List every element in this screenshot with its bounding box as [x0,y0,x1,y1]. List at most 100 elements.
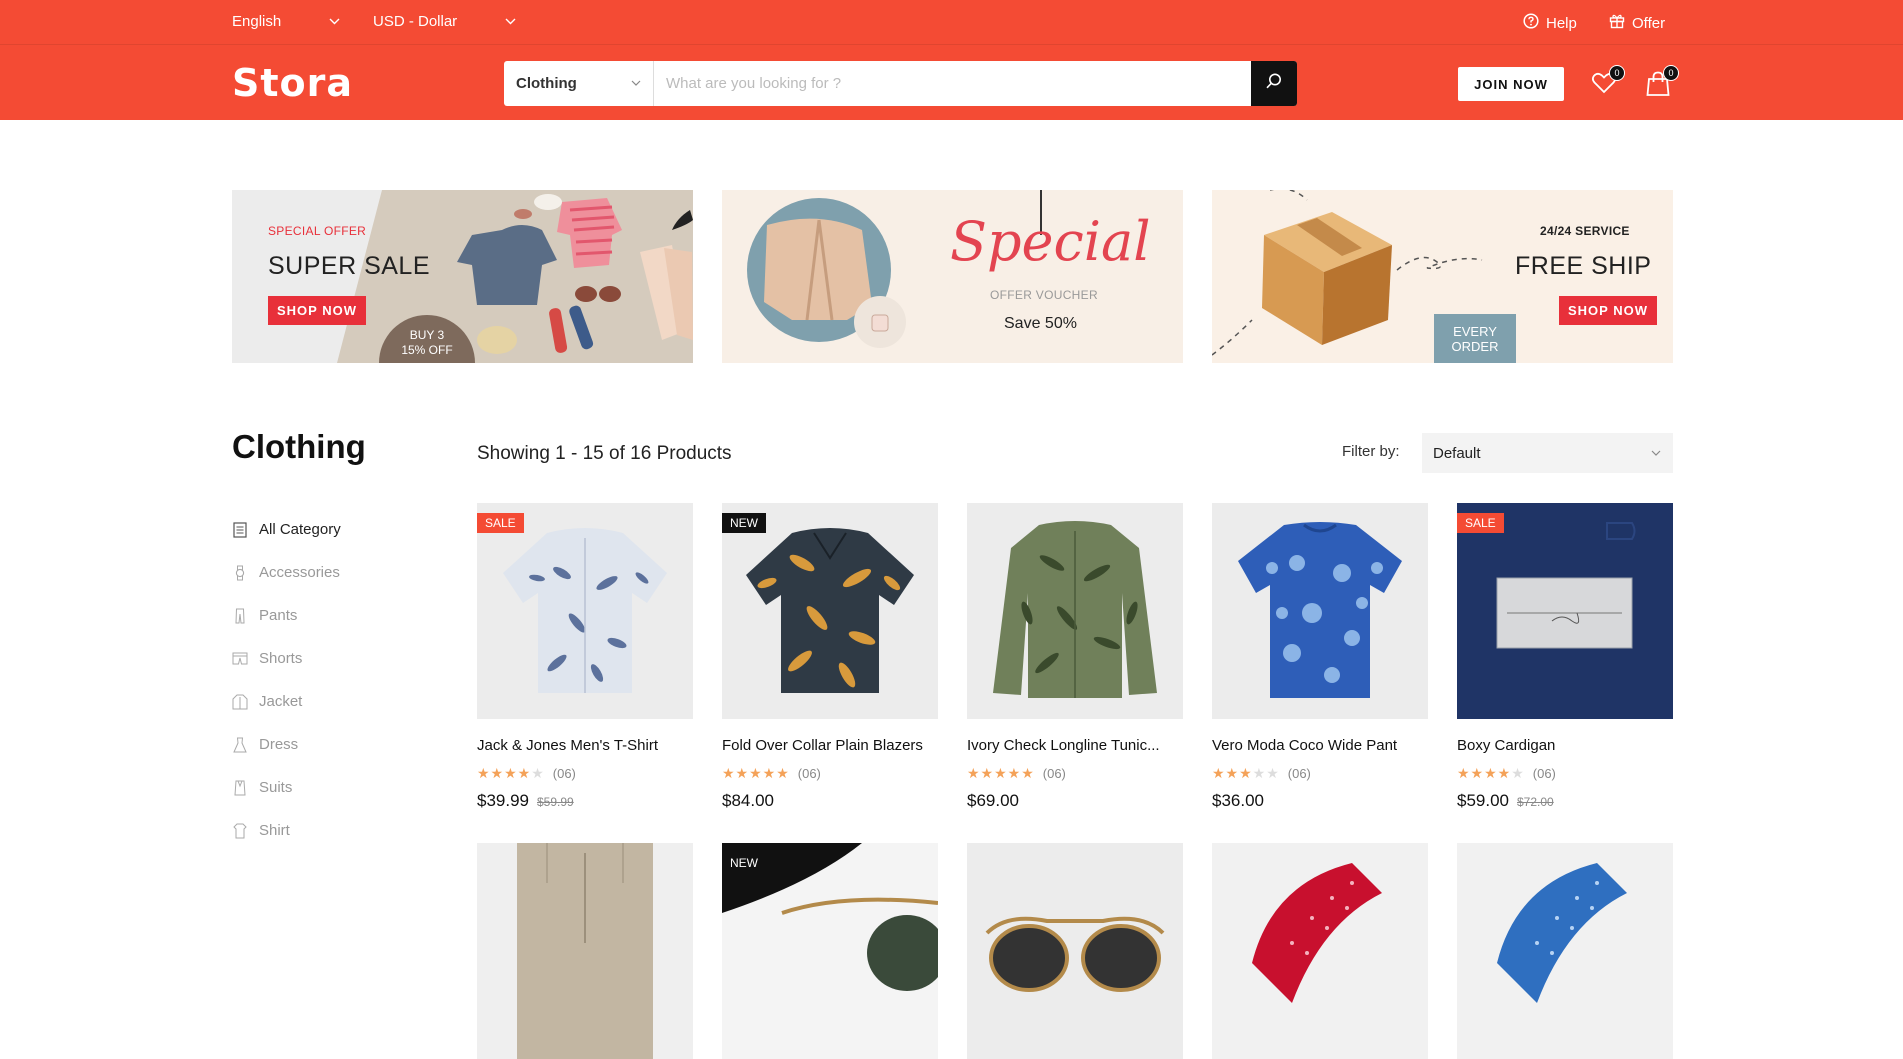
sidebar-item-label: Jacket [259,693,303,710]
old-price: $72.00 [1517,795,1554,809]
category-list: All Category Accessories Pants Shorts Ja… [232,508,432,852]
product-rating: ★★★★★ (06) [477,765,693,782]
sidebar-item-shirt[interactable]: Shirt [232,809,432,852]
review-count: (06) [1287,766,1311,781]
product-image[interactable]: SALE [1457,503,1673,719]
product-card[interactable]: NEW [722,843,938,1059]
product-rating: ★★★★★ (06) [1212,765,1428,782]
category-title: Clothing [232,428,366,465]
product-price: $36.00 [1212,791,1428,811]
product-image[interactable]: SALE [477,503,693,719]
offer-label: Offer [1632,14,1666,32]
store-logo[interactable]: Stora [232,61,353,105]
chevron-down-icon [1651,448,1661,459]
star-rating: ★★★★★ [1457,765,1525,781]
product-image[interactable] [1212,503,1428,719]
product-card[interactable] [967,843,1183,1059]
new-tag: NEW [722,853,766,873]
star-rating: ★★★★★ [722,765,790,781]
product-card[interactable]: Vero Moda Coco Wide Pant ★★★★★ (06) $36.… [1212,503,1428,811]
product-card[interactable] [1212,843,1428,1059]
sidebar-item-label: Shirt [259,822,290,839]
product-card[interactable]: SALE Boxy Cardigan ★★★★★ (06) $59.00 $72… [1457,503,1673,811]
free-ship-banner[interactable]: 24/24 SERVICE FREE SHIP SHOP NOW EVERY O… [1212,190,1673,363]
help-link[interactable]: Help [1523,13,1577,33]
sidebar-item-jacket[interactable]: Jacket [232,680,432,723]
wishlist-count-badge: 0 [1609,65,1625,81]
product-image[interactable] [1457,843,1673,1059]
wishlist-button[interactable]: 0 [1591,65,1625,99]
filter-select[interactable]: Default [1422,433,1673,473]
round-sunglasses-image [985,916,1165,992]
current-price: $59.00 [1457,791,1509,810]
product-card[interactable] [477,843,693,1059]
new-tag: NEW [722,513,766,533]
banner-title: FREE SHIP [1515,252,1652,280]
shop-now-button[interactable]: SHOP NOW [1559,296,1657,325]
currency-select[interactable]: USD - Dollar [373,13,516,30]
floral-shirt-image [503,528,667,693]
dress-icon [232,737,248,753]
product-name[interactable]: Boxy Cardigan [1457,737,1673,754]
product-image[interactable] [967,503,1183,719]
top-bar: English USD - Dollar Help Offer [0,0,1903,44]
sidebar-item-label: Accessories [259,564,340,581]
product-image[interactable] [967,843,1183,1059]
sidebar-item-all-category[interactable]: All Category [232,508,432,551]
shop-now-button[interactable]: SHOP NOW [268,296,366,325]
product-card[interactable]: NEW Fold Over Collar Plain Blazers ★★★★★… [722,503,938,811]
cart-button[interactable]: 0 [1645,65,1679,101]
sidebar-item-dress[interactable]: Dress [232,723,432,766]
sidebar-item-pants[interactable]: Pants [232,594,432,637]
join-now-button[interactable]: JOIN NOW [1458,67,1564,101]
product-card[interactable] [1457,843,1673,1059]
super-sale-banner[interactable]: SPECIAL OFFER SUPER SALE SHOP NOW BUY 3 … [232,190,693,363]
old-price: $59.99 [537,795,574,809]
product-image[interactable] [1212,843,1428,1059]
banner-subtitle: OFFER VOUCHER [990,288,1098,302]
sidebar-item-label: Shorts [259,650,303,667]
product-card[interactable]: SALE Jack & Jones Men's T-Shirt ★★★★★ (0… [477,503,693,811]
special-voucher-banner[interactable]: Special OFFER VOUCHER Save 50% [722,190,1183,363]
sale-tag: SALE [477,513,524,533]
language-select[interactable]: English [232,13,340,30]
product-card[interactable]: Ivory Check Longline Tunic... ★★★★★ (06)… [967,503,1183,811]
product-name[interactable]: Jack & Jones Men's T-Shirt [477,737,693,754]
search-category-select[interactable]: Clothing [504,61,654,106]
product-image[interactable]: NEW [722,503,938,719]
product-name[interactable]: Vero Moda Coco Wide Pant [1212,737,1428,754]
product-name[interactable]: Fold Over Collar Plain Blazers [722,737,938,754]
beige-trousers-image [517,843,653,1059]
product-rating: ★★★★★ (06) [967,765,1183,782]
special-script-title: Special [950,210,1151,273]
product-price: $84.00 [722,791,938,811]
review-count: (06) [1042,766,1066,781]
sidebar-item-shorts[interactable]: Shorts [232,637,432,680]
sidebar-item-accessories[interactable]: Accessories [232,551,432,594]
shirt-icon [232,823,248,839]
product-name[interactable]: Ivory Check Longline Tunic... [967,737,1183,754]
sidebar-item-label: Dress [259,736,299,753]
badge-line2: ORDER [1451,339,1499,354]
sidebar-item-label: Pants [259,607,298,624]
sidebar-item-suits[interactable]: Suits [232,766,432,809]
chevron-down-icon [329,16,340,28]
sale-tag: SALE [1457,513,1504,533]
badge-line1: BUY 3 [409,328,445,342]
star-rating: ★★★★★ [477,765,545,781]
blue-floral-tee-image [1238,522,1402,698]
offer-link[interactable]: Offer [1609,13,1665,33]
red-tie-image [1252,863,1382,1003]
search-button[interactable] [1251,61,1297,106]
filter-value: Default [1433,444,1481,462]
product-price: $69.00 [967,791,1183,811]
product-image[interactable]: NEW [722,843,938,1059]
cardigan-label-image [1457,503,1673,719]
help-label: Help [1546,14,1577,32]
banner-title: Save 50% [1004,315,1077,332]
search-input[interactable] [654,61,1251,106]
product-image[interactable] [477,843,693,1059]
shopping-bag-icon [1645,71,1671,101]
aviator-sunglasses-image [722,843,938,991]
search-icon [1265,72,1283,95]
